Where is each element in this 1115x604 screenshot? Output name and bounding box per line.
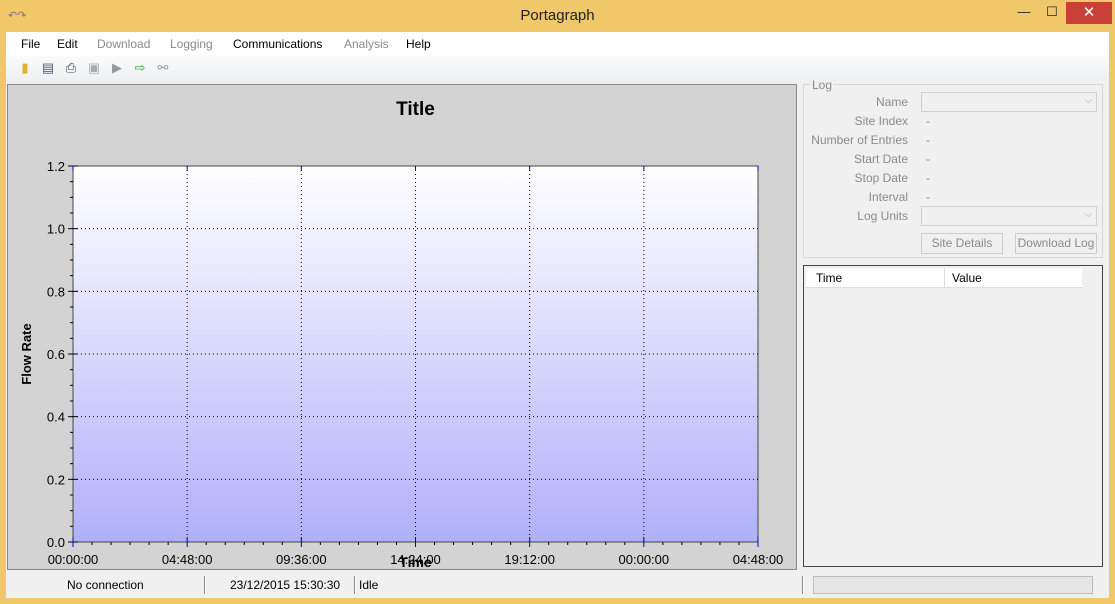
menu-file[interactable]: File bbox=[21, 37, 40, 51]
menu-bar: File Edit Download Logging Communications Ana… bbox=[6, 32, 1109, 56]
maximize-button[interactable]: ☐ bbox=[1040, 4, 1064, 24]
x-tick-label: 09:36:00 bbox=[276, 552, 327, 567]
play-icon[interactable]: ▶ bbox=[108, 59, 126, 77]
log-field-label: Start Date bbox=[853, 152, 908, 166]
x-tick-label: 00:00:00 bbox=[48, 552, 99, 567]
open-folder-icon[interactable]: ▮ bbox=[16, 59, 34, 77]
menu-logging[interactable]: Logging bbox=[170, 37, 213, 51]
menu-help[interactable]: Help bbox=[406, 37, 431, 51]
minimize-button[interactable]: — bbox=[1012, 4, 1036, 24]
log-entries-table[interactable]: Time Value bbox=[803, 265, 1103, 567]
log-field-value: - bbox=[926, 171, 930, 185]
x-tick-label: 19:12:00 bbox=[504, 552, 555, 567]
x-tick-label: 04:48:00 bbox=[733, 552, 784, 567]
status-state: Idle bbox=[359, 578, 379, 592]
log-field-value: - bbox=[926, 190, 930, 204]
x-tick-label: 04:48:00 bbox=[162, 552, 213, 567]
log-field-label: Log Units bbox=[857, 209, 908, 223]
title-bar: ↶↷ Portagraph — ☐ ✕ bbox=[0, 0, 1115, 32]
close-button[interactable]: ✕ bbox=[1066, 2, 1112, 24]
menu-analysis[interactable]: Analysis bbox=[344, 37, 389, 51]
log-field-label: Interval bbox=[868, 190, 908, 204]
menu-communications[interactable]: Communications bbox=[233, 37, 322, 51]
log-name-select[interactable]: ⌵ bbox=[921, 92, 1097, 112]
progress-bar bbox=[813, 576, 1093, 594]
log-group-label: Log bbox=[810, 78, 835, 92]
y-tick-label: 1.2 bbox=[47, 159, 65, 174]
y-tick-label: 0.2 bbox=[47, 472, 65, 487]
download-icon[interactable]: ▣ bbox=[85, 59, 103, 77]
menu-download[interactable]: Download bbox=[97, 37, 150, 51]
chevron-down-icon: ⌵ bbox=[1084, 209, 1092, 220]
chart-panel: 0.0 0.2 0.4 0.6 0.8 1.0 1.2 00:00:00 04:48:00 09:… bbox=[7, 84, 797, 570]
export-icon[interactable]: ⇨ bbox=[131, 59, 149, 77]
chevron-down-icon: ⌵ bbox=[1084, 95, 1092, 106]
log-field-value: - bbox=[926, 114, 930, 128]
column-header-time[interactable]: Time bbox=[816, 271, 842, 285]
print-icon[interactable]: ⎙ bbox=[62, 59, 80, 77]
network-icon[interactable]: ⚯ bbox=[154, 59, 172, 77]
chart-title: Title bbox=[396, 99, 435, 120]
connection-status: No connection bbox=[67, 578, 144, 592]
y-tick-label: 1.0 bbox=[47, 222, 65, 237]
menu-edit[interactable]: Edit bbox=[57, 37, 78, 51]
x-tick-label: 00:00:00 bbox=[619, 552, 670, 567]
log-field-label: Name bbox=[875, 95, 908, 109]
x-axis-label: Time bbox=[399, 554, 432, 570]
log-log-units-select[interactable]: ⌵ bbox=[921, 206, 1097, 226]
flow-rate-chart: 0.0 0.2 0.4 0.6 0.8 1.0 1.2 00:00:00 04:48:00 09:… bbox=[19, 99, 784, 570]
log-field-label: Stop Date bbox=[854, 171, 908, 185]
log-field-label: Number of Entries bbox=[811, 133, 908, 147]
y-tick-label: 0.6 bbox=[47, 347, 65, 362]
log-group: Log Site Details Download Log Name ⌵ Site … bbox=[803, 78, 1103, 258]
site-details-button[interactable]: Site Details bbox=[921, 233, 1003, 254]
y-tick-label: 0.8 bbox=[47, 284, 65, 299]
log-field-value: - bbox=[926, 133, 930, 147]
y-tick-label: 0.4 bbox=[47, 410, 65, 425]
save-icon[interactable]: ▤ bbox=[39, 59, 57, 77]
status-datetime: 23/12/2015 15:30:30 bbox=[230, 578, 341, 592]
toolbar: ▮ ▤ ⎙ ▣ ▶ ⇨ ⚯ bbox=[6, 56, 1109, 80]
table-header: Time Value bbox=[806, 268, 1082, 288]
log-field-label: Site Index bbox=[854, 114, 908, 128]
log-field-value: - bbox=[926, 152, 930, 166]
window-title: Portagraph bbox=[520, 7, 595, 24]
download-log-button[interactable]: Download Log bbox=[1015, 233, 1097, 254]
y-tick-label: 0.0 bbox=[47, 535, 65, 550]
column-header-value[interactable]: Value bbox=[952, 271, 982, 285]
y-axis-label: Flow Rate bbox=[19, 323, 34, 384]
main-window: File Edit Download Logging Communications Ana… bbox=[6, 32, 1109, 598]
